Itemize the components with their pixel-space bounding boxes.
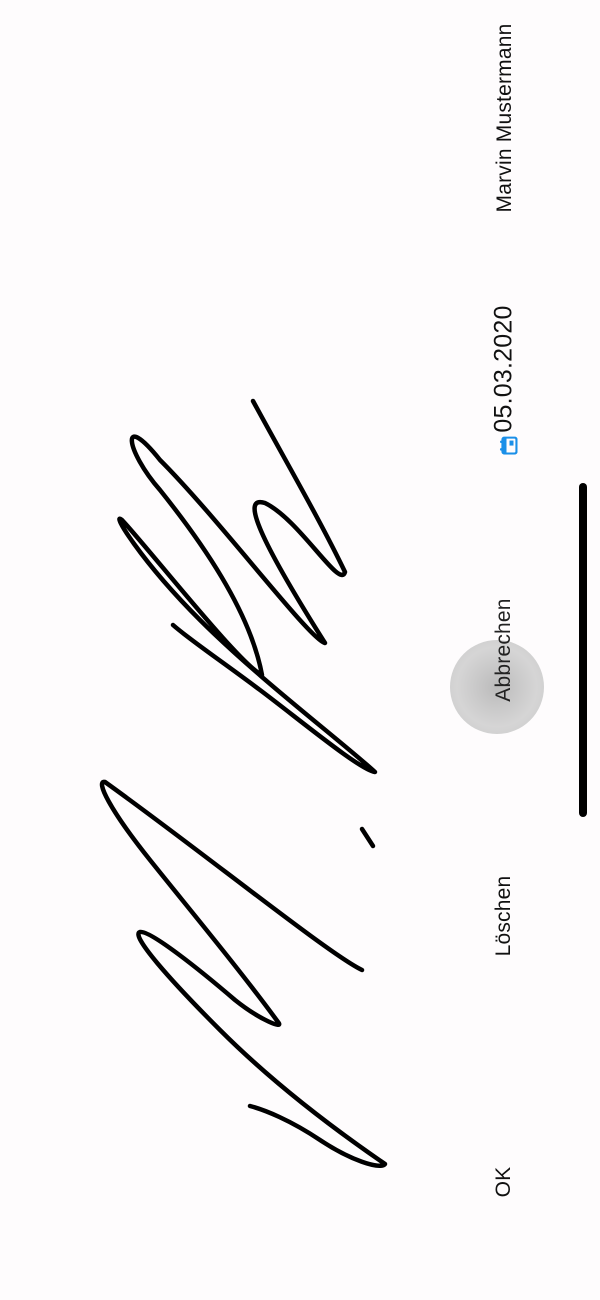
signature-stroke [99, 779, 388, 1168]
signature-screen: Marvin Mustermann 05.03.2020 Abbrechen L… [0, 0, 600, 1300]
signature-pad[interactable] [0, 0, 470, 1300]
signature-date: 05.03.2020 [489, 305, 519, 455]
signature-stroke [359, 826, 376, 849]
date-value: 05.03.2020 [489, 305, 518, 433]
cancel-button[interactable]: Abbrechen [492, 598, 516, 701]
signature-stroke [117, 398, 378, 775]
home-indicator[interactable] [579, 483, 587, 817]
signature-drawing [99, 398, 388, 1168]
ok-button[interactable]: OK [492, 1167, 516, 1198]
clear-button[interactable]: Löschen [492, 876, 516, 957]
calendar-icon [495, 436, 518, 455]
signer-name: Marvin Mustermann [493, 23, 516, 213]
